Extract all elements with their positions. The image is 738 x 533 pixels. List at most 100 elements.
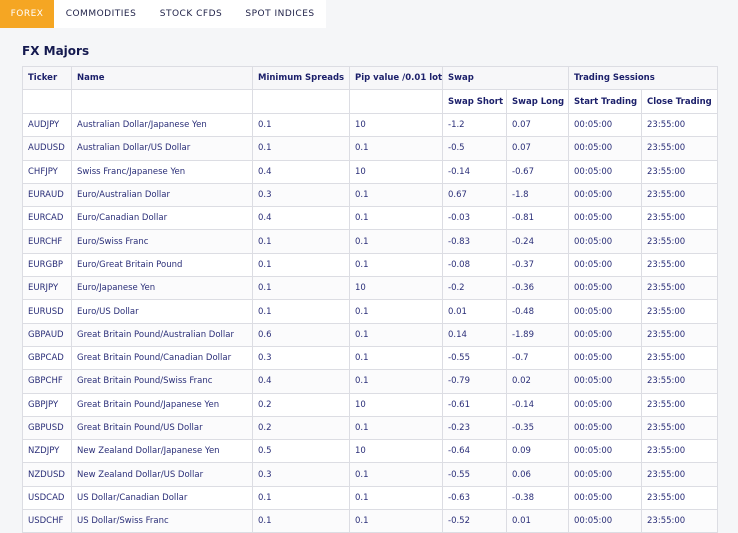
cell-swap-long: -0.38 [505, 485, 570, 511]
cell-pip-value: 0.1 [349, 136, 443, 161]
table-row: EURUSD Euro/US Dollar 0.1 0.1 0.01 -0.48 00:05… [22, 299, 719, 324]
cell-swap-long: -1.8 [505, 182, 570, 208]
cell-minimum-spread: 0.1 [252, 112, 350, 138]
header-row-primary: Ticker Name Minimum Spreads Pip value /0… [22, 66, 719, 90]
header-empty-pip [349, 89, 443, 114]
table-row: GBPAUD Great Britain Pound/Australian Dol… [22, 322, 719, 347]
table-row: NZDJPY New Zealand Dollar/Japanese Yen 0.5… [22, 439, 719, 464]
cell-minimum-spread: 0.2 [252, 415, 350, 441]
category-tabs: FOREX COMMODITIES STOCK CFDS SPOT INDICE… [0, 0, 326, 28]
cell-ticker: AUDUSD [22, 136, 72, 161]
cell-name: Great Britain Pound/US Dollar [71, 415, 253, 441]
cell-minimum-spread: 0.1 [252, 276, 350, 301]
cell-close-trading: 23:55:00 [641, 136, 719, 161]
table-row: EURCAD Euro/Canadian Dollar 0.4 0.1 -0.03 -0.… [22, 206, 719, 231]
cell-ticker: GBPJPY [22, 392, 72, 417]
cell-pip-value: 10 [349, 159, 443, 184]
cell-swap-long: -0.67 [505, 159, 570, 184]
cell-swap-short: -0.03 [442, 206, 507, 231]
table-header: Ticker Name Minimum Spreads Pip value /0… [22, 66, 719, 114]
cell-minimum-spread: 0.4 [252, 159, 350, 184]
cell-swap-short: -1.2 [442, 112, 507, 138]
header-empty-ticker [22, 89, 72, 114]
tab-commodities[interactable]: COMMODITIES [54, 0, 148, 28]
table-row: GBPJPY Great Britain Pound/Japanese Yen 0.… [22, 392, 719, 417]
cell-minimum-spread: 0.3 [252, 345, 350, 371]
cell-pip-value: 0.1 [349, 462, 443, 487]
cell-close-trading: 23:55:00 [641, 276, 719, 301]
cell-name: New Zealand Dollar/Japanese Yen [71, 439, 253, 464]
cell-minimum-spread: 0.1 [252, 229, 350, 254]
cell-ticker: EURUSD [22, 299, 72, 324]
table-row: GBPCHF Great Britain Pound/Swiss Franc 0.4… [22, 369, 719, 394]
cell-minimum-spread: 0.4 [252, 369, 350, 394]
cell-start-trading: 00:05:00 [568, 462, 643, 487]
cell-name: Euro/Canadian Dollar [71, 206, 253, 231]
cell-name: Euro/Japanese Yen [71, 276, 253, 301]
cell-close-trading: 23:55:00 [641, 345, 719, 371]
cell-swap-short: 0.14 [442, 322, 507, 347]
cell-ticker: AUDJPY [22, 112, 72, 138]
cell-ticker: USDCHF [22, 509, 72, 533]
header-pip-value: Pip value /0.01 lot [349, 66, 443, 90]
cell-swap-short: -0.61 [442, 392, 507, 417]
table-row: EURAUD Euro/Australian Dollar 0.3 0.1 0.67 -1… [22, 182, 719, 208]
cell-swap-long: 0.07 [505, 112, 570, 138]
header-row-secondary: Swap Short Swap Long Start Trading Close… [22, 89, 719, 114]
table-row: NZDUSD New Zealand Dollar/US Dollar 0.3 0.1… [22, 462, 719, 487]
tab-spot-indices[interactable]: SPOT INDICES [234, 0, 326, 28]
cell-close-trading: 23:55:00 [641, 182, 719, 208]
cell-swap-short: -0.63 [442, 485, 507, 511]
header-empty-spreads [252, 89, 350, 114]
cell-close-trading: 23:55:00 [641, 462, 719, 487]
cell-name: Australian Dollar/US Dollar [71, 136, 253, 161]
cell-minimum-spread: 0.1 [252, 509, 350, 533]
header-ticker: Ticker [22, 66, 72, 90]
cell-start-trading: 00:05:00 [568, 229, 643, 254]
table-row: AUDUSD Australian Dollar/US Dollar 0.1 0.1-… [22, 136, 719, 161]
cell-start-trading: 00:05:00 [568, 392, 643, 417]
cell-close-trading: 23:55:00 [641, 112, 719, 138]
header-name: Name [71, 66, 253, 90]
cell-minimum-spread: 0.5 [252, 439, 350, 464]
cell-start-trading: 00:05:00 [568, 439, 643, 464]
table-row: CHFJPY Swiss Franc/Japanese Yen 0.4 10 -0.14… [22, 159, 719, 184]
cell-pip-value: 10 [349, 112, 443, 138]
cell-ticker: EURJPY [22, 276, 72, 301]
cell-close-trading: 23:55:00 [641, 159, 719, 184]
cell-ticker: USDCAD [22, 485, 72, 511]
table-row: GBPCAD Great Britain Pound/Canadian Dolla… [22, 345, 719, 371]
cell-close-trading: 23:55:00 [641, 369, 719, 394]
cell-close-trading: 23:55:00 [641, 439, 719, 464]
cell-name: Euro/Swiss Franc [71, 229, 253, 254]
cell-start-trading: 00:05:00 [568, 182, 643, 208]
cell-minimum-spread: 0.2 [252, 392, 350, 417]
cell-ticker: EURGBP [22, 252, 72, 278]
cell-start-trading: 00:05:00 [568, 299, 643, 324]
cell-pip-value: 0.1 [349, 182, 443, 208]
cell-close-trading: 23:55:00 [641, 206, 719, 231]
cell-minimum-spread: 0.3 [252, 462, 350, 487]
cell-pip-value: 0.1 [349, 322, 443, 347]
cell-ticker: GBPAUD [22, 322, 72, 347]
cell-minimum-spread: 0.4 [252, 206, 350, 231]
cell-swap-short: -0.52 [442, 509, 507, 533]
tab-forex[interactable]: FOREX [0, 0, 54, 28]
tab-stock-cfds[interactable]: STOCK CFDS [148, 0, 234, 28]
table-row: EURCHF Euro/Swiss Franc 0.1 0.1 -0.83 -0.24 00… [22, 229, 719, 254]
cell-name: Australian Dollar/Japanese Yen [71, 112, 253, 138]
cell-swap-long: -0.24 [505, 229, 570, 254]
section-title: FX Majors [22, 44, 90, 58]
cell-close-trading: 23:55:00 [641, 299, 719, 324]
table-row: EURGBP Euro/Great Britain Pound 0.1 0.1 -0.0… [22, 252, 719, 278]
cell-swap-short: -0.55 [442, 345, 507, 371]
cell-close-trading: 23:55:00 [641, 485, 719, 511]
cell-pip-value: 0.1 [349, 369, 443, 394]
table-body: AUDJPY Australian Dollar/Japanese Yen 0.1 1… [22, 112, 719, 533]
cell-swap-short: -0.14 [442, 159, 507, 184]
header-swap-long: Swap Long [505, 89, 570, 114]
cell-pip-value: 0.1 [349, 345, 443, 371]
cell-name: New Zealand Dollar/US Dollar [71, 462, 253, 487]
cell-minimum-spread: 0.1 [252, 136, 350, 161]
header-start-trading: Start Trading [568, 89, 643, 114]
